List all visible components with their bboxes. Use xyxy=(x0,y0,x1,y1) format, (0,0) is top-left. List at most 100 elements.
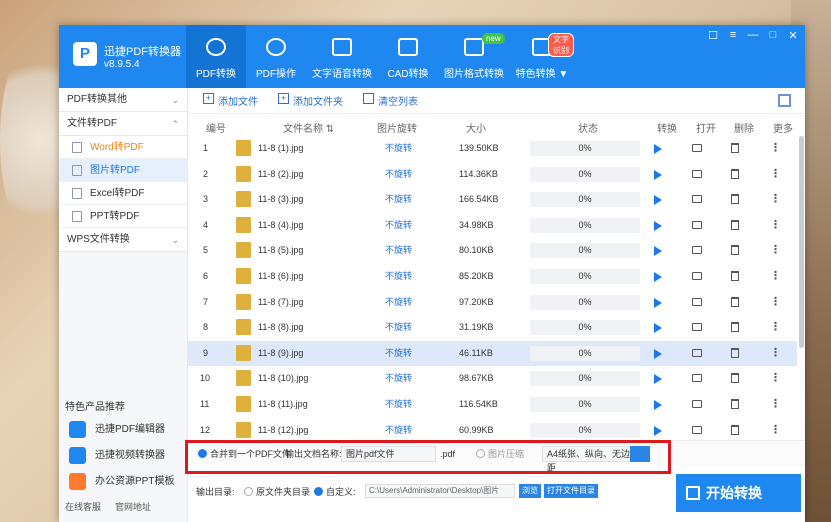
sidebar-group-file-to-pdf[interactable]: 文件转PDF ⌃ xyxy=(59,112,187,136)
row-rotate-select[interactable]: 不旋转 xyxy=(385,315,412,341)
folder-open-icon[interactable] xyxy=(692,348,702,357)
more-icon[interactable]: ⋮ xyxy=(770,315,781,341)
trash-icon[interactable] xyxy=(731,347,739,358)
trash-icon[interactable] xyxy=(731,270,739,281)
play-icon[interactable] xyxy=(654,399,662,410)
add-folder-button[interactable]: + 添加文件夹 xyxy=(278,93,343,108)
row-rotate-select[interactable]: 不旋转 xyxy=(385,264,412,290)
row-rotate-select[interactable]: 不旋转 xyxy=(385,162,412,188)
trash-icon[interactable] xyxy=(731,296,739,307)
more-icon[interactable]: ⋮ xyxy=(770,187,781,213)
col-name[interactable]: 文件名称 ⇅ xyxy=(283,120,334,135)
sidebar-item-excel-to-pdf[interactable]: Excel转PDF xyxy=(59,182,187,205)
tab-pdf-operate[interactable]: PDF操作 xyxy=(246,25,306,88)
folder-open-icon[interactable] xyxy=(692,220,702,229)
tab-image-format[interactable]: new 图片格式转换 xyxy=(438,25,510,88)
table-row[interactable]: 4 11-8 (4).jpg 不旋转 34.98KB 0% ⋮ xyxy=(188,213,797,239)
trash-icon[interactable] xyxy=(731,168,739,179)
play-icon[interactable] xyxy=(654,297,662,308)
custom-dir-radio[interactable] xyxy=(314,487,323,496)
more-icon[interactable]: ⋮ xyxy=(770,213,781,239)
folder-open-icon[interactable] xyxy=(692,323,702,332)
tab-text-voice[interactable]: 文字语音转换 xyxy=(306,25,378,88)
row-rotate-select[interactable]: 不旋转 xyxy=(385,213,412,239)
start-convert-button[interactable]: 开始转换 xyxy=(676,474,801,512)
sidebar-group-pdf-other[interactable]: PDF转换其他 ⌄ xyxy=(59,88,187,112)
maximize-icon[interactable]: □ xyxy=(767,29,779,42)
play-icon[interactable] xyxy=(654,195,662,206)
play-icon[interactable] xyxy=(654,246,662,257)
featured-video-converter[interactable]: 迅捷视频转换器 xyxy=(69,446,165,466)
more-icon[interactable]: ⋮ xyxy=(770,366,781,392)
folder-open-icon[interactable] xyxy=(692,271,702,280)
play-icon[interactable] xyxy=(654,348,662,359)
table-row[interactable]: 8 11-8 (8).jpg 不旋转 31.19KB 0% ⋮ xyxy=(188,315,797,341)
row-rotate-select[interactable]: 不旋转 xyxy=(385,392,412,418)
table-row[interactable]: 3 11-8 (3).jpg 不旋转 166.54KB 0% ⋮ xyxy=(188,187,797,213)
trash-icon[interactable] xyxy=(731,373,739,384)
menu-icon[interactable]: ≡ xyxy=(727,29,739,42)
row-rotate-select[interactable]: 不旋转 xyxy=(385,366,412,392)
add-file-button[interactable]: + 添加文件 xyxy=(203,93,258,108)
row-rotate-select[interactable]: 不旋转 xyxy=(385,136,412,162)
row-rotate-select[interactable]: 不旋转 xyxy=(385,238,412,264)
trash-icon[interactable] xyxy=(731,219,739,230)
open-dir-button[interactable]: 打开文件目录 xyxy=(544,484,598,498)
play-icon[interactable] xyxy=(654,425,662,436)
play-icon[interactable] xyxy=(654,144,662,154)
row-rotate-select[interactable]: 不旋转 xyxy=(385,341,412,367)
close-icon[interactable]: ✕ xyxy=(787,29,799,42)
online-service-link[interactable]: 在线客服 xyxy=(65,500,101,513)
featured-ppt-templates[interactable]: 办公资源PPT模板 xyxy=(69,472,174,492)
play-icon[interactable] xyxy=(654,323,662,334)
trash-icon[interactable] xyxy=(731,424,739,435)
sidebar-item-ppt-to-pdf[interactable]: PPT转PDF xyxy=(59,205,187,228)
folder-open-icon[interactable] xyxy=(692,399,702,408)
minimize-icon[interactable]: — xyxy=(747,29,759,42)
more-icon[interactable]: ⋮ xyxy=(770,264,781,290)
trash-icon[interactable] xyxy=(731,143,739,153)
sidebar-group-wps[interactable]: WPS文件转换 ⌄ xyxy=(59,228,187,252)
folder-open-icon[interactable] xyxy=(692,195,702,204)
more-icon[interactable]: ⋮ xyxy=(770,392,781,418)
custom-dir-option[interactable]: 自定义: xyxy=(314,485,356,499)
website-link[interactable]: 官网地址 xyxy=(115,500,151,513)
tab-pdf-convert[interactable]: PDF转换 xyxy=(186,25,246,88)
clear-list-button[interactable]: 清空列表 xyxy=(363,93,418,108)
trash-icon[interactable] xyxy=(731,322,739,333)
folder-open-icon[interactable] xyxy=(692,246,702,255)
table-row[interactable]: 10 11-8 (10).jpg 不旋转 98.67KB 0% ⋮ xyxy=(188,366,797,392)
table-row[interactable]: 11 11-8 (11).jpg 不旋转 116.54KB 0% ⋮ xyxy=(188,392,797,418)
table-row[interactable]: 7 11-8 (7).jpg 不旋转 97.20KB 0% ⋮ xyxy=(188,290,797,316)
play-icon[interactable] xyxy=(654,271,662,282)
table-row[interactable]: 2 11-8 (2).jpg 不旋转 114.36KB 0% ⋮ xyxy=(188,162,797,188)
folder-open-icon[interactable] xyxy=(692,169,702,178)
skin-icon[interactable]: ☐ xyxy=(707,29,719,42)
more-icon[interactable]: ⋮ xyxy=(770,290,781,316)
row-rotate-select[interactable]: 不旋转 xyxy=(385,187,412,213)
row-rotate-select[interactable]: 不旋转 xyxy=(385,290,412,316)
folder-open-icon[interactable] xyxy=(692,297,702,306)
tab-special-convert[interactable]: 文字识别 特色转换 ▼ xyxy=(510,25,574,88)
sidebar-item-image-to-pdf[interactable]: 图片转PDF xyxy=(59,159,187,182)
more-icon[interactable]: ⋮ xyxy=(770,341,781,367)
trash-icon[interactable] xyxy=(731,245,739,256)
source-dir-option[interactable]: 原文件夹目录 xyxy=(244,485,310,499)
folder-open-icon[interactable] xyxy=(692,425,702,434)
browse-button[interactable]: 浏览 xyxy=(519,484,541,498)
table-row[interactable]: 9 11-8 (9).jpg 不旋转 46.11KB 0% ⋮ xyxy=(188,340,797,367)
folder-open-icon[interactable] xyxy=(692,374,702,383)
play-icon[interactable] xyxy=(654,220,662,231)
table-scrollbar[interactable] xyxy=(799,136,804,348)
more-icon[interactable]: ⋮ xyxy=(770,162,781,188)
folder-open-icon[interactable] xyxy=(692,144,702,152)
play-icon[interactable] xyxy=(654,169,662,180)
trash-icon[interactable] xyxy=(731,398,739,409)
table-row[interactable]: 5 11-8 (5).jpg 不旋转 80.10KB 0% ⋮ xyxy=(188,238,797,264)
featured-pdf-editor[interactable]: 迅捷PDF编辑器 xyxy=(69,420,165,440)
table-row[interactable]: 1 11-8 (1).jpg 不旋转 139.50KB 0% ⋮ xyxy=(188,136,797,162)
trash-icon[interactable] xyxy=(731,194,739,205)
table-row[interactable]: 6 11-8 (6).jpg 不旋转 85.20KB 0% ⋮ xyxy=(188,264,797,290)
source-dir-radio[interactable] xyxy=(244,487,253,496)
more-icon[interactable]: ⋮ xyxy=(770,136,781,162)
